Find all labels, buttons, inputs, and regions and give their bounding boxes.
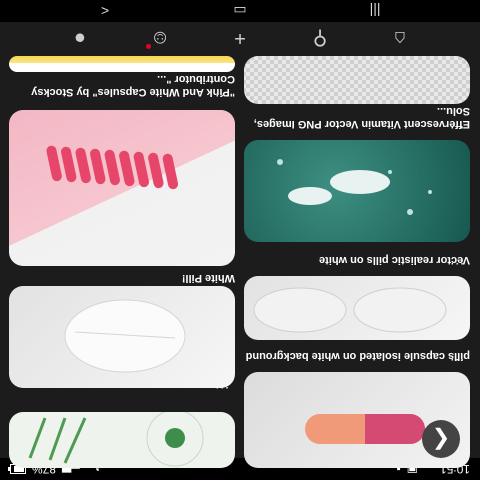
home-icon: ⌂ xyxy=(393,27,407,49)
tab-search[interactable]: ⚲ xyxy=(304,25,336,51)
pin-card-6[interactable] xyxy=(9,286,235,388)
pink-white-capsules-image xyxy=(46,145,179,190)
visit-button[interactable]: ❮ xyxy=(422,420,460,458)
card-1-caption: pills capsule isolated on white backgrou… xyxy=(245,350,470,362)
tab-profile[interactable]: ● xyxy=(64,25,96,51)
effervescent-tablet-image xyxy=(277,159,432,215)
pin-card-2[interactable] xyxy=(244,276,470,340)
white-pills-image xyxy=(253,287,447,333)
tab-home[interactable]: ⌂ xyxy=(384,25,416,51)
card-7-caption: "Pink And White Capsules" by Stocksy Con… xyxy=(31,73,235,98)
phone-screen: 10:51 ▣ ▪ ◔ ▂▄▆ 87% ❮ ... pills capsule … xyxy=(0,0,480,480)
recents-icon: ||| xyxy=(369,3,381,19)
back-icon: < xyxy=(100,3,110,19)
back-button[interactable]: < xyxy=(90,2,120,20)
pin-card-7[interactable] xyxy=(9,110,235,266)
profile-icon: ● xyxy=(73,27,87,49)
plants-petri-image xyxy=(28,412,204,467)
pin-card-4[interactable] xyxy=(244,56,470,104)
search-icon: ⚲ xyxy=(312,27,328,49)
pin-card-5[interactable] xyxy=(9,412,235,468)
home-button[interactable]: ▭ xyxy=(225,2,255,20)
recents-button[interactable]: ||| xyxy=(360,2,390,20)
add-icon: + xyxy=(234,27,246,49)
card-6-caption: White Pill! xyxy=(181,272,235,284)
home-button-icon: ▭ xyxy=(233,3,247,19)
tab-notifications[interactable]: ☺ xyxy=(144,25,176,51)
bottom-tab-bar: ⌂ ⚲ + ☺ ● xyxy=(0,22,480,55)
notification-badge xyxy=(146,44,151,49)
pin-card-3[interactable] xyxy=(244,140,470,242)
system-nav-bar: ||| ▭ < xyxy=(0,0,480,22)
chevron-right-icon: ❮ xyxy=(431,428,451,453)
white-pill-image xyxy=(64,299,186,373)
card-2-caption: Vector realistic pills on white xyxy=(319,254,470,266)
pin-card-8[interactable] xyxy=(9,56,235,72)
card-3-caption: Effervescent Vitamin Vector PNG Images, … xyxy=(253,105,470,130)
notifications-icon: ☺ xyxy=(149,27,171,49)
tab-create[interactable]: + xyxy=(224,25,256,51)
